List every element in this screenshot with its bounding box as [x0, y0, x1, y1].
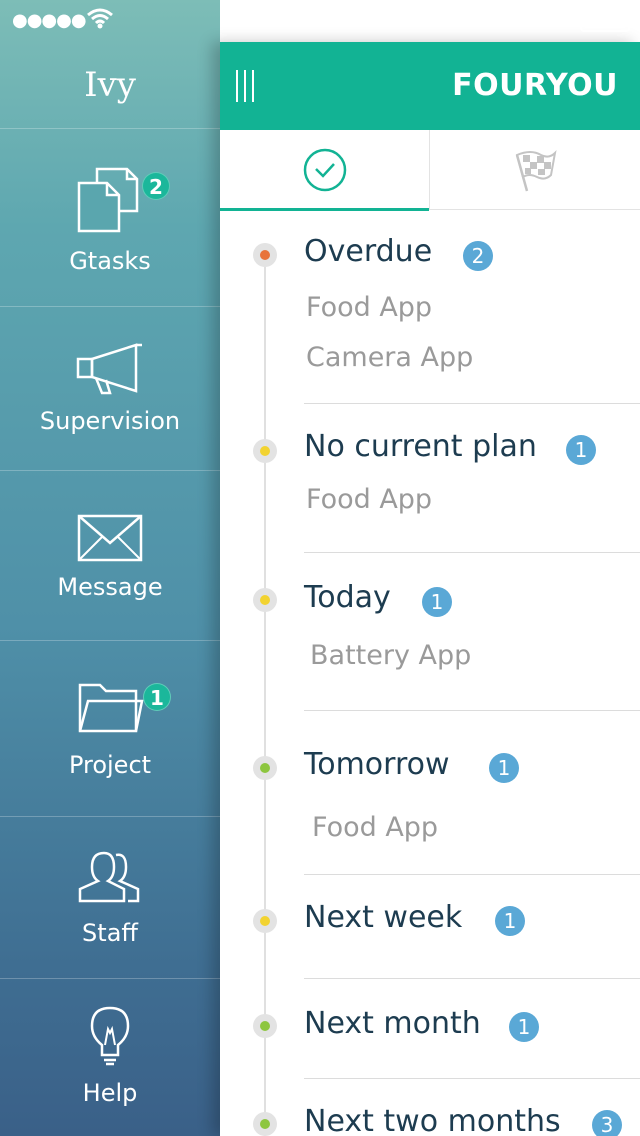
tab-milestones[interactable]: [430, 130, 640, 210]
group-title: Today: [304, 580, 391, 615]
count-badge: 1: [495, 906, 525, 936]
sidebar-item-label: Supervision: [39, 407, 181, 435]
timeline-group-tomorrow[interactable]: Tomorrow 1 Food App: [220, 714, 640, 876]
lightbulb-icon: [90, 1006, 130, 1066]
count-badge: 1: [489, 753, 519, 783]
menu-icon[interactable]: [234, 70, 258, 102]
timeline-group-no-current-plan[interactable]: No current plan 1 Food App: [220, 404, 640, 554]
divider: [304, 978, 640, 979]
sidebar-item-help[interactable]: Help: [0, 979, 220, 1136]
status-dot: [253, 756, 277, 780]
checkered-flag-icon: [515, 150, 557, 192]
group-title: Next month: [304, 1006, 481, 1041]
tab-tasks[interactable]: [220, 130, 430, 211]
count-badge: 2: [463, 241, 493, 271]
timeline-group-next-two-months[interactable]: Next two months 3: [220, 1080, 640, 1136]
sidebar-item-label: Project: [68, 751, 152, 779]
list-item[interactable]: Battery App: [310, 640, 471, 671]
status-dot: [253, 243, 277, 267]
timeline-group-next-month[interactable]: Next month 1: [220, 980, 640, 1080]
brand-title: Ivy: [0, 42, 220, 129]
count-badge: 1: [509, 1012, 539, 1042]
sidebar-item-label: Help: [82, 1079, 138, 1107]
divider: [304, 710, 640, 711]
group-title: Next week: [304, 900, 463, 935]
envelope-icon: [77, 514, 143, 562]
sidebar-item-message[interactable]: Message: [0, 471, 220, 641]
header-title: FOURYOU: [452, 68, 618, 103]
divider: [304, 874, 640, 875]
gtasks-badge: 2: [142, 172, 170, 200]
status-dot: [253, 909, 277, 933]
group-title: Next two months: [304, 1104, 561, 1136]
folder-icon: [78, 683, 144, 733]
check-circle-icon: [303, 148, 346, 192]
megaphone-icon: [76, 343, 142, 395]
timeline-group-next-week[interactable]: Next week 1: [220, 876, 640, 980]
timeline-group-overdue[interactable]: Overdue 2 Food App Camera App: [220, 210, 640, 404]
status-dot: [253, 1014, 277, 1038]
status-bar: ●●●●● 9:41 AM 100%: [0, 0, 640, 42]
count-badge: 3: [592, 1110, 622, 1136]
sidebar-item-gtasks[interactable]: 2 Gtasks: [0, 129, 220, 307]
header: FOURYOU: [220, 42, 640, 130]
project-badge: 1: [143, 683, 171, 711]
list-item[interactable]: Food App: [306, 292, 432, 323]
sidebar-item-staff[interactable]: Staff: [0, 817, 220, 979]
sidebar-item-project[interactable]: 1 Project: [0, 641, 220, 817]
group-title: Tomorrow: [304, 747, 450, 782]
status-dot: [253, 588, 277, 612]
battery-icon: [580, 10, 634, 32]
sidebar: Ivy 2 Gtasks Supervision Message 1 Proje…: [0, 0, 220, 1136]
divider: [304, 552, 640, 553]
tab-bar: [220, 130, 640, 211]
sidebar-item-label: Staff: [82, 919, 138, 947]
count-badge: 1: [422, 587, 452, 617]
timeline-group-today[interactable]: Today 1 Battery App: [220, 554, 640, 714]
list-item[interactable]: Camera App: [306, 342, 473, 373]
count-badge: 1: [566, 435, 596, 465]
main-panel: FOURYOU Overdue 2 Food App Camera App No…: [220, 42, 640, 1136]
status-dot: [253, 439, 277, 463]
documents-icon: [77, 167, 139, 233]
group-title: Overdue: [304, 234, 433, 269]
list-item[interactable]: Food App: [306, 484, 432, 515]
sidebar-item-label: Gtasks: [69, 247, 151, 275]
timeline: Overdue 2 Food App Camera App No current…: [220, 210, 640, 1136]
sidebar-item-label: Message: [57, 573, 163, 601]
divider: [304, 1078, 640, 1079]
sidebar-item-supervision[interactable]: Supervision: [0, 307, 220, 471]
battery-percent: 100%: [511, 8, 572, 32]
users-icon: [78, 851, 140, 903]
list-item[interactable]: Food App: [312, 812, 438, 843]
status-dot: [253, 1112, 277, 1136]
group-title: No current plan: [304, 429, 537, 464]
